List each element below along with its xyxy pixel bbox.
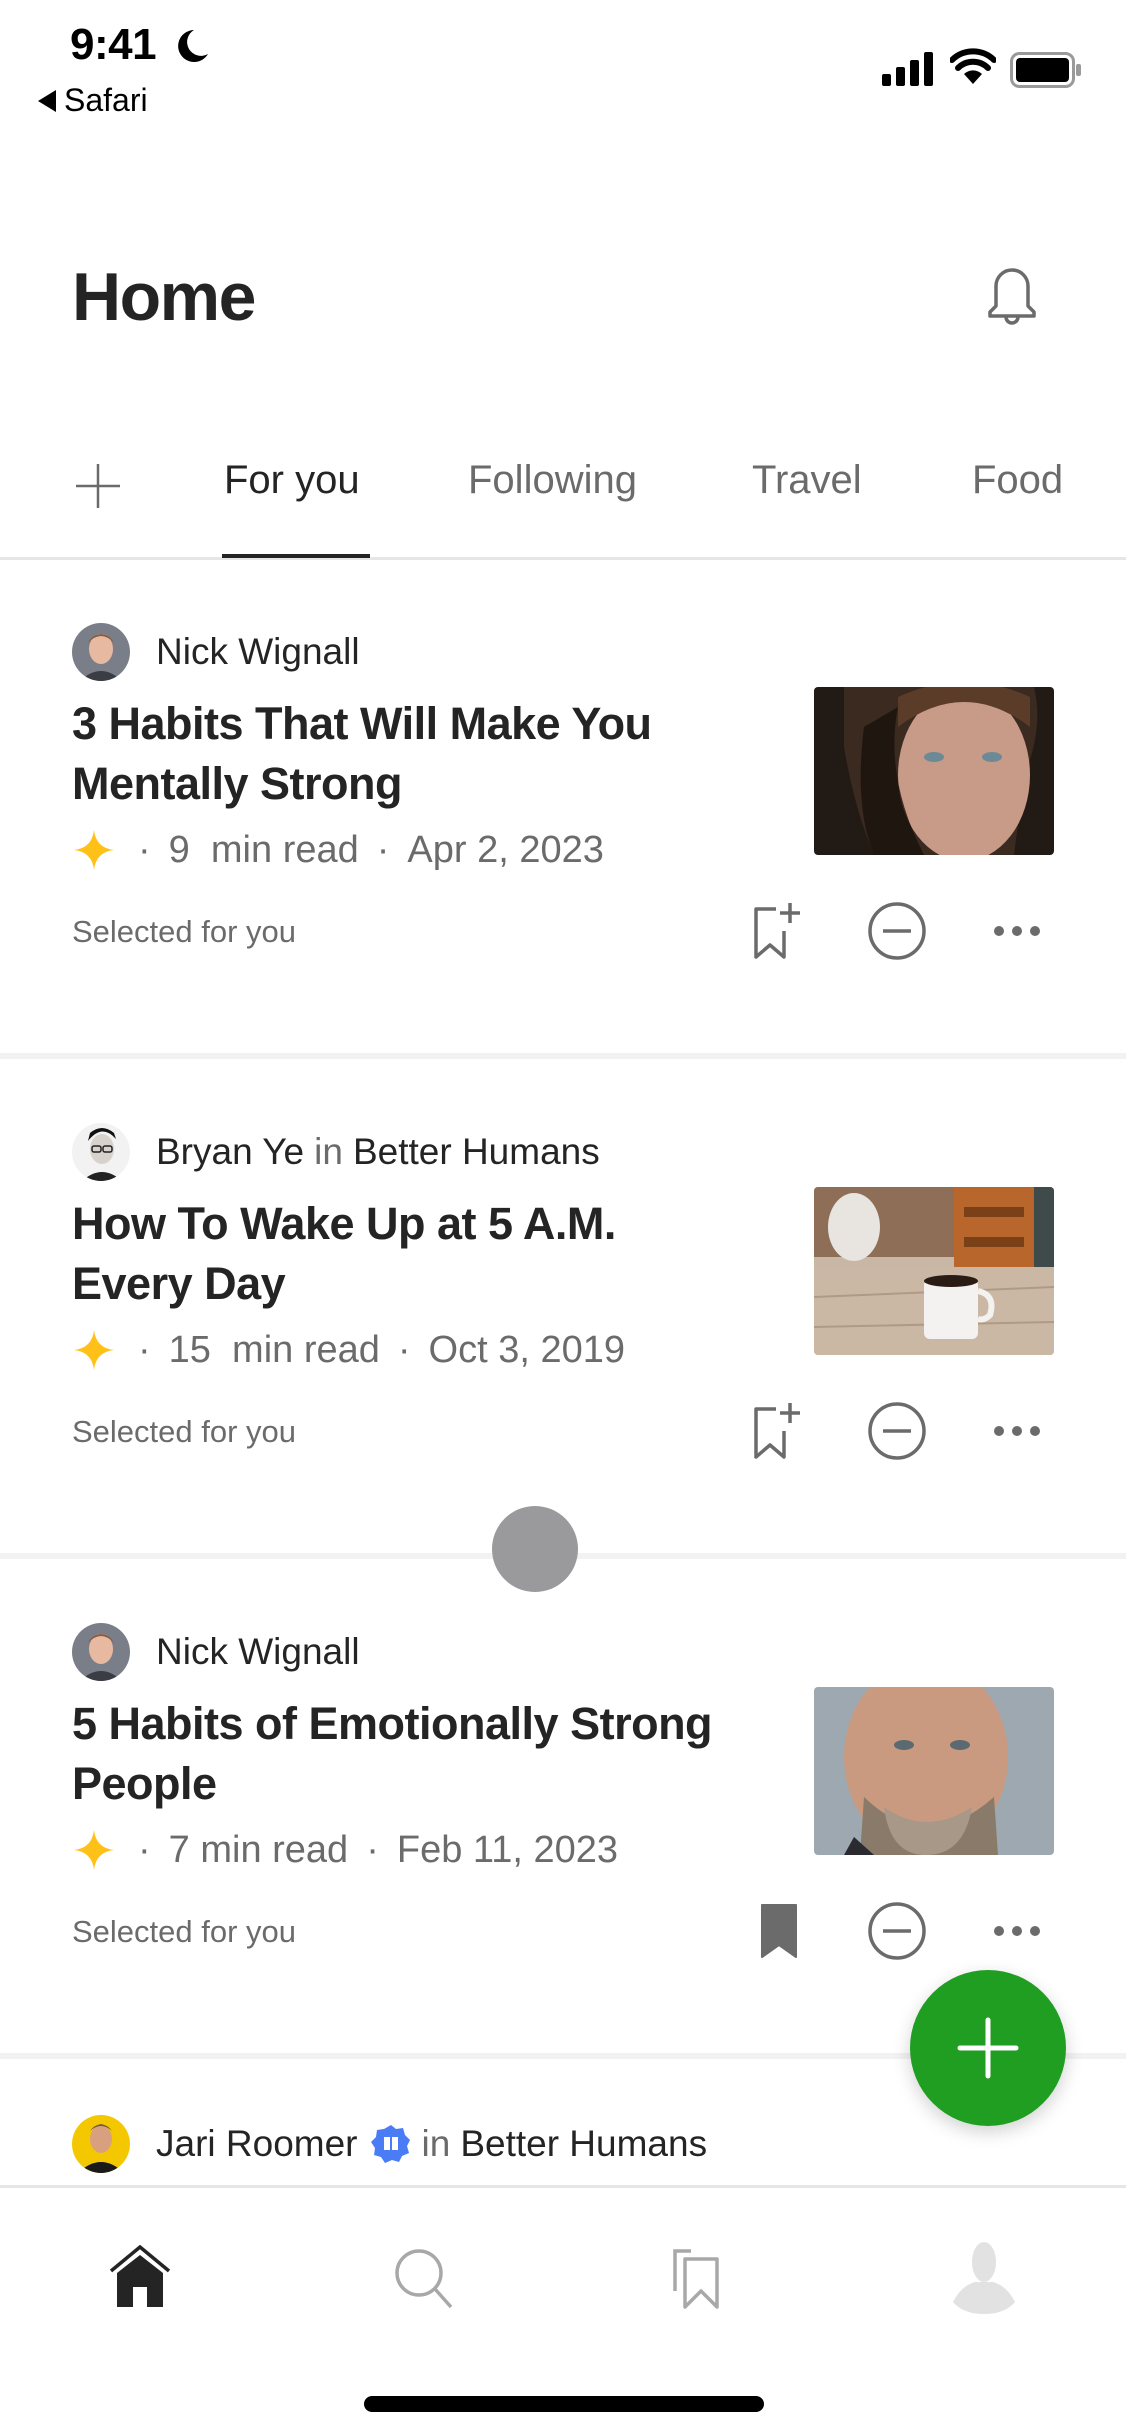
author-name[interactable]: Nick Wignall [156,1631,360,1673]
touch-indicator [492,1506,578,1592]
meta-dot: · [138,828,151,871]
more-dots-icon [994,926,1040,936]
publication-name[interactable]: Better Humans [460,2123,707,2165]
meta-dot: · [376,828,390,871]
wifi-icon [950,48,996,84]
author-avatar[interactable] [72,2115,130,2173]
nav-home[interactable] [100,2238,180,2318]
article-title[interactable]: 3 Habits That Will Make You Mentally Str… [72,694,732,814]
save-button[interactable] [744,1396,814,1466]
back-arrow-icon [38,89,56,112]
author-row: Bryan Ye in Better Humans [72,1122,600,1182]
author-name[interactable]: Bryan Ye [156,1131,304,1173]
meta-dot: · [397,1328,411,1371]
article-meta: · 7 min read · Feb 11, 2023 [72,1828,618,1872]
more-options-button[interactable] [982,896,1052,966]
tab-following[interactable]: Following [468,458,637,503]
article-title[interactable]: How To Wake Up at 5 A.M. Every Day [72,1194,732,1314]
author-row: Jari Roomer in Better Humans [72,2114,707,2174]
save-button[interactable] [744,896,814,966]
profile-icon [953,2242,1015,2314]
more-options-button[interactable] [982,1896,1052,1966]
article-meta: · 9 min read · Apr 2, 2023 [72,828,604,872]
nav-search[interactable] [384,2238,464,2318]
show-less-button[interactable] [862,896,932,966]
publish-date: Apr 2, 2023 [407,828,604,871]
article-title[interactable]: 5 Habits of Emotionally Strong People [72,1694,732,1814]
home-icon [109,2245,171,2307]
tab-travel[interactable]: Travel [752,458,862,503]
verified-badge-icon [370,2125,410,2163]
article-thumbnail[interactable] [814,1187,1054,1355]
meta-dot: · [138,1328,151,1371]
author-row: Nick Wignall [72,1622,360,1682]
show-less-button[interactable] [862,1396,932,1466]
in-label: in [314,1131,343,1172]
meta-dot: · [366,1828,379,1871]
read-time: 7 min read [168,1828,349,1871]
battery-icon [1010,52,1081,88]
article-thumbnail[interactable] [814,687,1054,855]
more-options-button[interactable] [982,1396,1052,1466]
search-icon [395,2249,453,2309]
article-thumbnail[interactable] [814,1687,1054,1855]
tab-food[interactable]: Food [972,458,1063,503]
author-name[interactable]: Nick Wignall [156,631,360,673]
write-story-fab[interactable] [910,1970,1066,2126]
article-divider [0,1053,1126,1059]
article-card[interactable]: Nick Wignall 3 Habits That Will Make You… [0,602,1126,1102]
topic-tabs: For you Following Travel Food [0,440,1126,560]
tab-for-you[interactable]: For you [224,458,360,503]
more-dots-icon [994,1926,1040,1936]
author-name[interactable]: Jari Roomer [156,2123,358,2165]
signal-icon [882,52,933,86]
meta-dot: · [138,1828,151,1871]
plus-icon [957,2017,1019,2079]
back-to-safari-button[interactable]: Safari [38,82,148,119]
sparkle-star-icon [74,1830,114,1870]
home-indicator[interactable] [364,2396,764,2412]
author-row: Nick Wignall [72,622,360,682]
nav-profile[interactable] [944,2238,1024,2318]
author-avatar[interactable] [72,623,130,681]
status-bar: 9:41 Safari [0,0,1126,130]
bookmark-add-icon [754,903,800,959]
recommendation-reason: Selected for you [72,1914,297,1949]
show-less-button[interactable] [862,1896,932,1966]
status-time: 9:41 [70,20,157,69]
bell-icon[interactable] [982,262,1042,328]
bookmark-add-icon [754,1403,800,1459]
sparkle-star-icon [74,1330,114,1370]
sparkle-star-icon [74,830,114,870]
page-title: Home [72,259,256,335]
publish-date: Oct 3, 2019 [428,1328,626,1371]
active-tab-indicator [222,554,370,558]
read-time: 9 min read [168,828,359,871]
publication-name[interactable]: Better Humans [353,1131,600,1173]
bookmarks-icon [673,2249,719,2309]
minus-circle-icon [868,1402,926,1460]
bookmark-filled-icon [761,1904,797,1958]
article-meta: · 15 min read · Oct 3, 2019 [72,1328,625,1372]
add-topic-plus-icon[interactable] [74,462,122,510]
author-avatar[interactable] [72,1623,130,1681]
read-time: 15 min read [168,1328,380,1371]
minus-circle-icon [868,902,926,960]
recommendation-reason: Selected for you [72,914,297,949]
nav-library[interactable] [660,2238,740,2318]
back-app-label: Safari [64,82,148,118]
saved-button[interactable] [744,1896,814,1966]
in-label: in [421,2123,451,2164]
more-dots-icon [994,1426,1040,1436]
author-avatar[interactable] [72,1123,130,1181]
publish-date: Feb 11, 2023 [396,1828,618,1871]
minus-circle-icon [868,1902,926,1960]
moon-icon [178,30,208,62]
recommendation-reason: Selected for you [72,1414,297,1449]
